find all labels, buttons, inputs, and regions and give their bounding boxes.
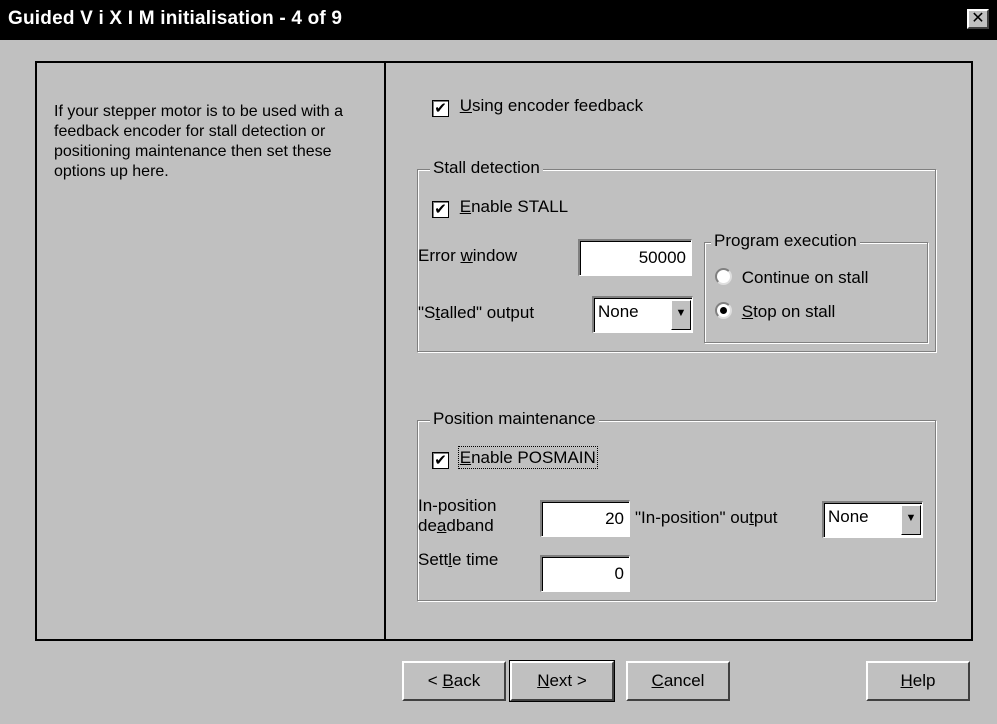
enable-stall-label: Enable STALL — [459, 197, 569, 216]
stop-on-stall-label: Stop on stall — [741, 302, 836, 321]
back-button[interactable]: < Back — [402, 661, 506, 701]
settle-time-input[interactable]: 0 — [540, 555, 630, 592]
stalled-output-label: "Stalled" output — [418, 303, 535, 322]
check-icon: ✔ — [434, 201, 447, 218]
close-button[interactable]: ✕ — [967, 9, 989, 29]
enable-posmain-label: Enable POSMAIN — [457, 446, 598, 469]
check-icon: ✔ — [434, 100, 447, 117]
panel-divider — [384, 63, 386, 639]
encoder-feedback-checkbox[interactable]: ✔ Using encoder feedback — [432, 96, 643, 117]
stalled-output-value: None — [598, 302, 639, 321]
program-execution-legend: Program execution — [711, 231, 860, 251]
settle-time-label: Settle time — [418, 550, 499, 569]
window-title: Guided V i X I M initialisation - 4 of 9 — [8, 8, 343, 29]
enable-stall-checkbox[interactable]: ✔ Enable STALL — [432, 197, 568, 218]
enable-posmain-check[interactable]: ✔ — [432, 452, 449, 469]
stall-detection-legend: Stall detection — [430, 158, 543, 178]
inposition-output-value: None — [828, 507, 869, 526]
cancel-button[interactable]: Cancel — [626, 661, 730, 701]
chevron-down-icon[interactable]: ▼ — [901, 505, 921, 535]
encoder-feedback-label: Using encoder feedback — [459, 96, 644, 115]
chevron-down-icon[interactable]: ▼ — [671, 300, 691, 330]
help-text: If your stepper motor is to be used with… — [54, 103, 344, 180]
deadband-label: In-position deadband — [418, 496, 497, 535]
check-icon: ✔ — [434, 452, 447, 469]
enable-posmain-checkbox[interactable]: ✔ Enable POSMAIN — [432, 446, 598, 469]
title-bar: Guided V i X I M initialisation - 4 of 9… — [0, 0, 997, 40]
deadband-input[interactable]: 20 — [540, 500, 630, 537]
program-execution-group: Program execution — [704, 231, 928, 343]
error-window-input[interactable]: 50000 — [578, 239, 692, 276]
continue-on-stall-label: Continue on stall — [741, 268, 869, 287]
inposition-output-label: "In-position" output — [635, 508, 778, 527]
stalled-output-select[interactable]: None ▼ — [592, 296, 693, 333]
radio-unselected-icon[interactable] — [715, 268, 732, 285]
inposition-output-select[interactable]: None ▼ — [822, 501, 923, 538]
encoder-feedback-check[interactable]: ✔ — [432, 100, 449, 117]
help-button[interactable]: Help — [866, 661, 970, 701]
stop-on-stall-radio[interactable]: Stop on stall — [715, 302, 835, 322]
position-maintenance-legend: Position maintenance — [430, 409, 599, 429]
enable-stall-check[interactable]: ✔ — [432, 201, 449, 218]
error-window-label: Error window — [418, 246, 518, 265]
next-button[interactable]: Next > — [509, 660, 615, 702]
close-icon: ✕ — [971, 10, 985, 27]
continue-on-stall-radio[interactable]: Continue on stall — [715, 268, 868, 288]
radio-selected-icon[interactable] — [715, 302, 732, 319]
